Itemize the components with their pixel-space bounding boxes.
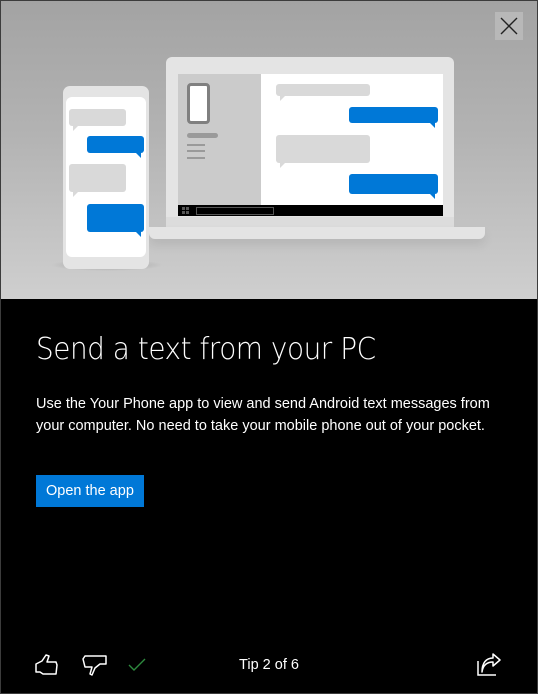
taskbar [178,205,443,216]
hero-illustration [1,1,537,299]
tip-content: Send a text from your PC Use the Your Ph… [36,331,506,437]
message-bubble-sent [87,136,144,158]
share-icon [477,653,501,676]
close-button[interactable] [495,12,523,40]
sidebar-line [187,157,205,159]
laptop-screen [178,74,443,216]
laptop-base [149,227,485,239]
message-bubble-sent [349,174,438,199]
laptop-bezel-bottom [166,217,454,227]
sidebar-pill [187,133,218,138]
message-bubble-received [276,84,370,101]
message-bubble-received [69,164,126,197]
sidebar-line [187,144,205,146]
windows-logo-icon [182,207,189,214]
open-app-button[interactable]: Open the app [36,475,144,507]
message-bubble-sent [349,107,438,128]
share-button[interactable] [475,651,503,679]
message-bubble-received [276,135,370,168]
tips-dialog: Send a text from your PC Use the Your Ph… [0,0,538,694]
tip-counter: Tip 2 of 6 [239,657,299,673]
tip-title: Send a text from your PC [36,332,376,367]
taskbar-search-box [196,207,274,215]
close-icon [500,17,518,35]
message-bubble-received [69,109,126,131]
phone-icon [187,83,210,124]
tip-description: Use the Your Phone app to view and send … [36,396,490,434]
sidebar-line [187,150,205,152]
app-sidebar [178,74,261,205]
phone-screen [66,97,146,257]
message-bubble-sent [87,204,144,237]
phone-illustration [63,86,149,269]
